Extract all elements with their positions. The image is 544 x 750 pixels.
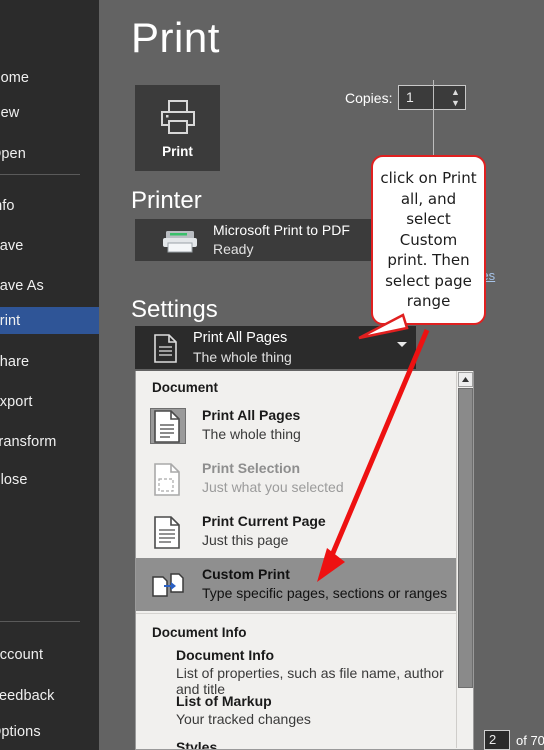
menu-item-title: Print Current Page: [202, 513, 326, 529]
page-title: Print: [131, 14, 220, 61]
page-count-label: of 70: [516, 733, 544, 748]
document-page-icon: [153, 334, 179, 363]
dropdown-group-heading: Document: [152, 380, 219, 395]
sidebar-item-export[interactable]: Export: [0, 388, 99, 415]
dropdown-divider: [136, 613, 458, 614]
menu-item-title: Custom Print: [202, 566, 290, 582]
sidebar-item-label: Save: [0, 237, 24, 254]
sidebar-item-label: Home: [0, 69, 30, 86]
menu-item-subtitle: Just this page: [202, 532, 289, 548]
sidebar-item-label: Info: [0, 197, 15, 214]
dropdown-group-heading: Document Info: [152, 625, 247, 640]
sidebar-item-label: Share: [0, 353, 30, 370]
print-range-title: Print All Pages: [193, 330, 288, 346]
current-page-icon: [150, 514, 186, 550]
sidebar-item-feedback[interactable]: Feedback: [0, 682, 99, 709]
menu-item-document-info[interactable]: Document Info List of properties, such as…: [136, 644, 458, 697]
copies-decrement-icon[interactable]: ▼: [450, 99, 461, 108]
sidebar-item-options[interactable]: Options: [0, 718, 99, 745]
selection-icon: [150, 461, 186, 497]
menu-item-print-selection: Print Selection Just what you selected: [136, 452, 458, 505]
menu-item-list-of-markup[interactable]: List of Markup Your tracked changes: [136, 690, 458, 736]
menu-item-subtitle: The whole thing: [202, 426, 301, 442]
sidebar-item-print[interactable]: Print: [0, 307, 99, 334]
printer-status: Ready: [213, 241, 254, 257]
sidebar-item-open[interactable]: Open: [0, 140, 99, 167]
menu-item-title: Styles: [176, 739, 218, 750]
print-range-combobox[interactable]: Print All Pages The whole thing: [135, 326, 416, 369]
copies-label: Copies:: [345, 90, 393, 106]
print-range-dropdown-menu: Document Print All Pages The whole thing Pr…: [135, 371, 474, 750]
sidebar-item-save[interactable]: Save: [0, 232, 99, 259]
sidebar-item-save-as[interactable]: Save As: [0, 272, 99, 299]
print-range-subtitle: The whole thing: [193, 349, 292, 365]
sidebar-item-info[interactable]: Info: [0, 192, 99, 219]
print-backstage-screen: Home New Open Info Save Save As Print Share Expo…: [0, 0, 544, 750]
backstage-sidebar: Home New Open Info Save Save As Print Share Expo…: [0, 0, 99, 750]
sidebar-item-label: Transform: [0, 433, 57, 450]
sidebar-item-label: Save As: [0, 277, 44, 294]
menu-item-styles[interactable]: StylesList of styles used in your docume…: [136, 736, 458, 750]
sidebar-item-label: Open: [0, 145, 26, 162]
custom-print-icon: [150, 567, 186, 603]
printer-device-icon: [161, 229, 199, 253]
sidebar-item-label: Account: [0, 646, 44, 663]
print-button-label: Print: [162, 143, 193, 159]
dropdown-scrollbar[interactable]: [456, 371, 473, 748]
printer-icon: [158, 98, 198, 136]
settings-section-heading: Settings: [131, 296, 218, 323]
sidebar-item-label: Export: [0, 393, 33, 410]
sidebar-item-label: Options: [0, 723, 41, 740]
chevron-down-icon[interactable]: [397, 342, 407, 347]
printer-name: Microsoft Print to PDF: [213, 222, 350, 238]
menu-item-print-current-page[interactable]: Print Current Page Just this page: [136, 505, 458, 558]
menu-item-title: Document Info: [176, 647, 274, 663]
menu-item-subtitle: Type specific pages, sections or ranges: [202, 585, 448, 601]
menu-item-custom-print[interactable]: Custom Print Type specific pages, section…: [136, 558, 458, 611]
document-page-icon: [150, 408, 186, 444]
menu-item-subtitle: Just what you selected: [202, 479, 344, 495]
sidebar-item-transform[interactable]: Transform: [0, 428, 99, 455]
sidebar-divider: [0, 621, 80, 622]
printer-section-heading: Printer: [131, 187, 202, 214]
instruction-callout: click on Print all, and select Custom pr…: [371, 155, 486, 325]
sidebar-item-share[interactable]: Share: [0, 348, 99, 375]
sidebar-item-close[interactable]: Close: [0, 466, 99, 493]
sidebar-item-label: Print: [0, 312, 21, 329]
sidebar-item-label: Close: [0, 471, 28, 488]
print-button[interactable]: Print: [135, 85, 220, 171]
copies-value[interactable]: 1: [406, 89, 414, 105]
sidebar-item-label: New: [0, 104, 20, 121]
menu-item-title: Print All Pages: [202, 407, 301, 423]
instruction-callout-text: click on Print all, and select Custom pr…: [380, 169, 477, 310]
menu-item-title: List of Markup: [176, 693, 272, 709]
copies-stepper[interactable]: 1 ▲ ▼: [398, 85, 466, 110]
menu-item-title: Print Selection: [202, 460, 301, 476]
sidebar-item-new[interactable]: New: [0, 99, 99, 126]
sidebar-item-home[interactable]: Home: [0, 64, 99, 91]
menu-item-subtitle: Your tracked changes: [176, 711, 311, 727]
scroll-up-icon[interactable]: [458, 372, 473, 387]
sidebar-item-account[interactable]: Account: [0, 641, 99, 668]
menu-item-print-all-pages[interactable]: Print All Pages The whole thing: [136, 399, 458, 452]
sidebar-divider: [0, 174, 80, 175]
print-pane: Print Print Copies: 1 ▲ ▼ Printer Micros…: [105, 0, 544, 750]
sidebar-item-label: Feedback: [0, 687, 55, 704]
scrollbar-thumb[interactable]: [458, 388, 473, 688]
page-number-input[interactable]: 2: [484, 730, 510, 750]
copies-increment-icon[interactable]: ▲: [450, 88, 461, 97]
